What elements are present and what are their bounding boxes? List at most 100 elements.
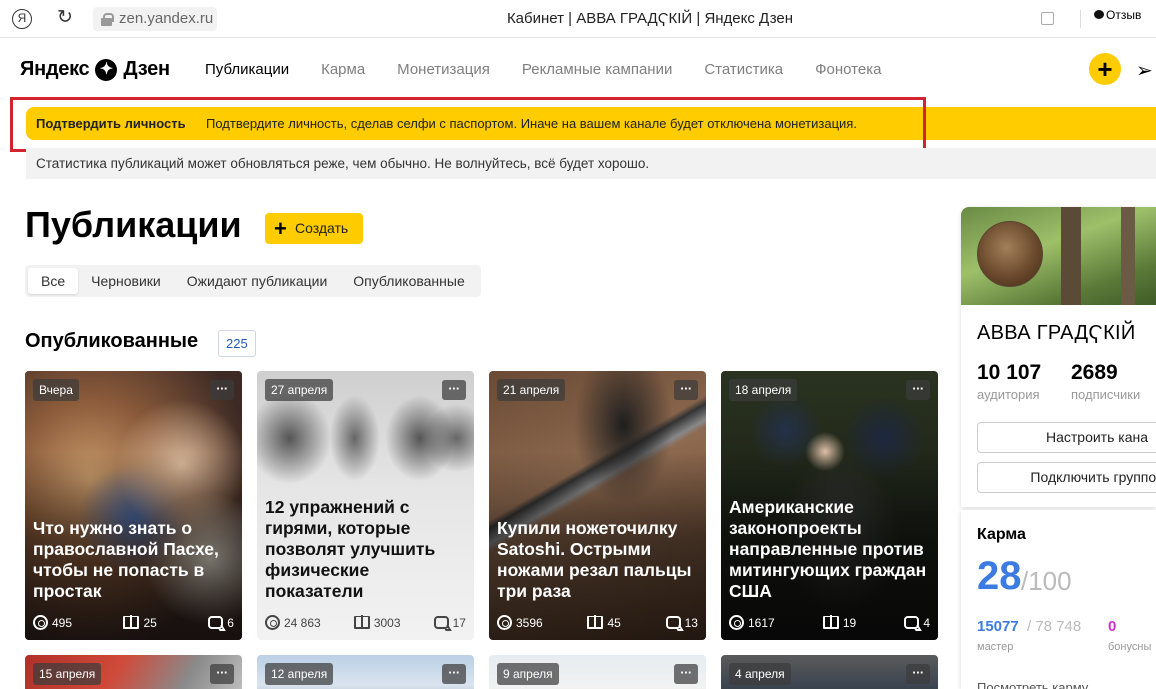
page-tab-title: Кабинет | АВВА ГРАДҀКІЙ | Яндекс Дзен (506, 10, 794, 27)
publication-filters: Все Черновики Ожидают публикации Опублик… (25, 265, 481, 297)
create-button[interactable]: + Создать (265, 213, 363, 244)
channel-profile-card: АВВА ГРАДҀКІЙ 10 107 аудитория 2689 подп… (961, 207, 1156, 507)
card-date: 12 апреля (265, 663, 334, 685)
book-icon (587, 615, 604, 629)
nav-ad-campaigns[interactable]: Рекламные кампании (522, 61, 672, 78)
connect-group-button[interactable]: Подключить группов (977, 462, 1156, 493)
channel-name[interactable]: АВВА ГРАДҀКІЙ (977, 322, 1136, 345)
views-count: 1617 (748, 615, 775, 630)
copy-icon[interactable] (1041, 12, 1054, 25)
eye-icon (33, 615, 48, 630)
card-stats: 3596 45 13 (497, 615, 698, 630)
zen-star-icon (95, 58, 118, 81)
comments-stat: 4 (904, 615, 930, 630)
zen-logo[interactable]: Яндекс Дзен (20, 58, 170, 81)
filter-published[interactable]: Опубликованные (340, 268, 477, 294)
card-date: 27 апреля (265, 379, 334, 401)
eye-icon (729, 615, 744, 630)
card-stats: 1617 19 4 (729, 615, 930, 630)
publication-card[interactable]: 18 апреля ··· Американские законопроекты… (721, 371, 938, 640)
card-menu-button[interactable]: ··· (906, 664, 930, 684)
reads-stat: 3003 (353, 615, 401, 630)
comments-stat: 6 (208, 615, 234, 630)
audience-label: аудитория (977, 387, 1040, 402)
card-menu-button[interactable]: ··· (442, 380, 466, 400)
cover-tree (1121, 207, 1135, 305)
send-icon[interactable]: ➢ (1136, 58, 1153, 83)
views-stat: 3596 (497, 615, 543, 630)
views-stat: 1617 (729, 615, 775, 630)
subscribers-count: 2689 (1071, 361, 1118, 384)
card-title[interactable]: Купили ножеточилку Satoshi. Острыми ножа… (497, 518, 698, 602)
filter-all[interactable]: Все (28, 268, 79, 294)
comments-stat: 13 (665, 615, 698, 630)
karma-points-max: / 78 748 (1027, 618, 1082, 635)
card-date: 15 апреля (33, 663, 102, 685)
karma-max: /100 (1021, 566, 1072, 596)
configure-channel-button[interactable]: Настроить кана (977, 422, 1156, 453)
views-stat: 24 863 (265, 615, 321, 630)
main-nav: Публикации Карма Монетизация Рекламные к… (205, 61, 913, 78)
reads-count: 45 (607, 615, 621, 630)
card-menu-button[interactable]: ··· (210, 380, 234, 400)
karma-title: Карма (977, 526, 1026, 543)
card-menu-button[interactable]: ··· (674, 664, 698, 684)
reads-count: 3003 (373, 615, 401, 630)
eye-icon (497, 615, 512, 630)
eye-icon (265, 615, 280, 630)
filter-drafts[interactable]: Черновики (78, 268, 174, 294)
statistics-notice: Статистика публикаций может обновляться … (26, 148, 1156, 179)
karma-card: Карма 28 /100 15077 / 78 748 0 мастер бо… (961, 510, 1156, 689)
card-title[interactable]: Что нужно знать о православной Пасхе, чт… (33, 518, 234, 602)
logo-zen-text: Дзен (123, 58, 170, 80)
comments-count: 17 (452, 615, 466, 630)
karma-value: 28 (977, 554, 1022, 598)
karma-level-label: мастер (977, 641, 1014, 653)
views-stat: 495 (33, 615, 72, 630)
avatar[interactable] (977, 221, 1043, 287)
filter-pending[interactable]: Ожидают публикации (174, 268, 341, 294)
comment-icon (904, 616, 920, 629)
reads-stat: 45 (587, 615, 621, 630)
reads-count: 19 (842, 615, 857, 630)
card-menu-button[interactable]: ··· (906, 380, 930, 400)
nav-karma[interactable]: Карма (321, 61, 365, 78)
logo-yandex-text: Яндекс (20, 58, 90, 80)
comments-count: 13 (684, 615, 698, 630)
card-date: 4 апреля (729, 663, 791, 685)
nav-phonoteka[interactable]: Фонотека (815, 61, 881, 78)
cover-tree (1061, 207, 1081, 305)
book-icon (353, 615, 370, 629)
comments-count: 4 (923, 615, 930, 630)
reads-stat: 19 (822, 615, 857, 630)
published-heading: Опубликованные (25, 330, 199, 352)
card-stats: 495 25 6 (33, 615, 234, 630)
card-menu-button[interactable]: ··· (210, 664, 234, 684)
publication-card[interactable]: 12 апреля ··· (257, 655, 474, 689)
publication-card[interactable]: 9 апреля ··· (489, 655, 706, 689)
publication-card[interactable]: 4 апреля ··· (721, 655, 938, 689)
browser-toolbar: Я ↻ zen.yandex.ru Кабинет | АВВА ГРАДҀКІ… (0, 0, 1156, 38)
add-button[interactable]: + (1089, 53, 1121, 85)
view-karma-link[interactable]: Посмотреть карму (977, 680, 1088, 689)
card-title[interactable]: 12 упражнений с гирями, которые позволят… (265, 497, 466, 602)
card-menu-button[interactable]: ··· (442, 664, 466, 684)
views-count: 3596 (516, 615, 543, 630)
publication-card[interactable]: Вчера ··· Что нужно знать о православной… (25, 371, 242, 640)
nav-statistics[interactable]: Статистика (704, 61, 783, 78)
nav-monetization[interactable]: Монетизация (397, 61, 490, 78)
feedback-button[interactable]: Отзыв (1094, 8, 1141, 22)
nav-publications[interactable]: Публикации (205, 61, 289, 78)
reads-count: 25 (143, 615, 157, 630)
highlight-frame (10, 97, 926, 152)
create-button-label: Создать (295, 220, 349, 236)
publication-card[interactable]: 15 апреля ··· (25, 655, 242, 689)
audience-count: 10 107 (977, 361, 1042, 384)
publication-card[interactable]: 27 апреля ··· 12 упражнений с гирями, ко… (257, 371, 474, 640)
karma-bonus-label: бонусны (1108, 641, 1152, 653)
karma-bonus: 0 (1108, 618, 1117, 635)
book-icon (123, 615, 140, 629)
publication-card[interactable]: 21 апреля ··· Купили ножеточилку Satoshi… (489, 371, 706, 640)
card-title[interactable]: Американские законопроекты направленные … (729, 497, 930, 602)
card-menu-button[interactable]: ··· (674, 380, 698, 400)
